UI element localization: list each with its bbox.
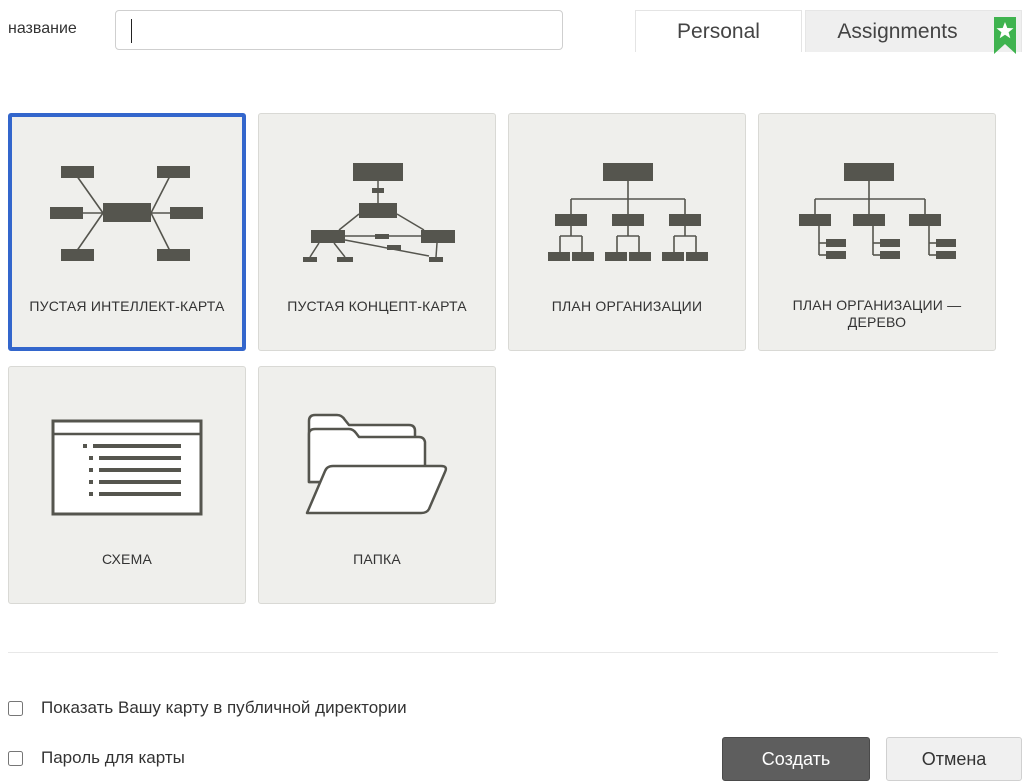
map-password-label: Пароль для карты <box>41 748 185 767</box>
name-input[interactable] <box>115 10 563 50</box>
concept-map-icon <box>303 163 455 262</box>
template-label: ПУСТАЯ КОНЦЕПТ-КАРТА <box>287 298 467 314</box>
org-tree-icon <box>799 163 956 259</box>
template-tile-outline[interactable]: СХЕМА <box>8 366 246 604</box>
template-label: ПЛАН ОРГАНИЗАЦИИ — ДЕРЕВО <box>792 297 962 330</box>
mind-map-icon <box>50 166 203 261</box>
text-caret <box>131 19 132 43</box>
create-button[interactable]: Создать <box>722 737 870 781</box>
outline-icon <box>51 419 203 516</box>
bookmark-star-icon <box>994 17 1016 54</box>
tab-assignments[interactable]: Assignments <box>805 10 1022 54</box>
template-label: СХЕМА <box>102 551 152 567</box>
tab-assignments-label: Assignments <box>837 19 958 43</box>
template-tile-folder[interactable]: ПАПКА <box>258 366 496 604</box>
template-tile-org-tree[interactable]: ПЛАН ОРГАНИЗАЦИИ — ДЕРЕВО <box>758 113 996 351</box>
template-tile-mind-map[interactable]: ПУСТАЯ ИНТЕЛЛЕКТ-КАРТА <box>8 113 246 351</box>
template-tile-org-chart[interactable]: ПЛАН ОРГАНИЗАЦИИ <box>508 113 746 351</box>
public-directory-checkbox[interactable] <box>8 700 23 716</box>
cancel-button[interactable]: Отмена <box>886 737 1022 781</box>
template-tile-concept-map[interactable]: ПУСТАЯ КОНЦЕПТ-КАРТА <box>258 113 496 351</box>
tab-personal-label: Personal <box>677 19 760 43</box>
public-directory-option[interactable]: Показать Вашу карту в публичной директор… <box>8 698 407 718</box>
template-label: ПАПКА <box>353 551 401 567</box>
public-directory-label: Показать Вашу карту в публичной директор… <box>41 698 407 717</box>
template-label: ПУСТАЯ ИНТЕЛЛЕКТ-КАРТА <box>29 298 225 314</box>
map-password-option[interactable]: Пароль для карты <box>8 748 185 768</box>
folder-icon <box>305 413 448 515</box>
template-label: ПЛАН ОРГАНИЗАЦИИ <box>551 298 703 314</box>
tab-personal[interactable]: Personal <box>635 10 802 52</box>
name-label: название <box>8 20 77 37</box>
divider <box>8 652 998 653</box>
org-chart-icon <box>548 163 708 261</box>
map-password-checkbox[interactable] <box>8 750 23 766</box>
